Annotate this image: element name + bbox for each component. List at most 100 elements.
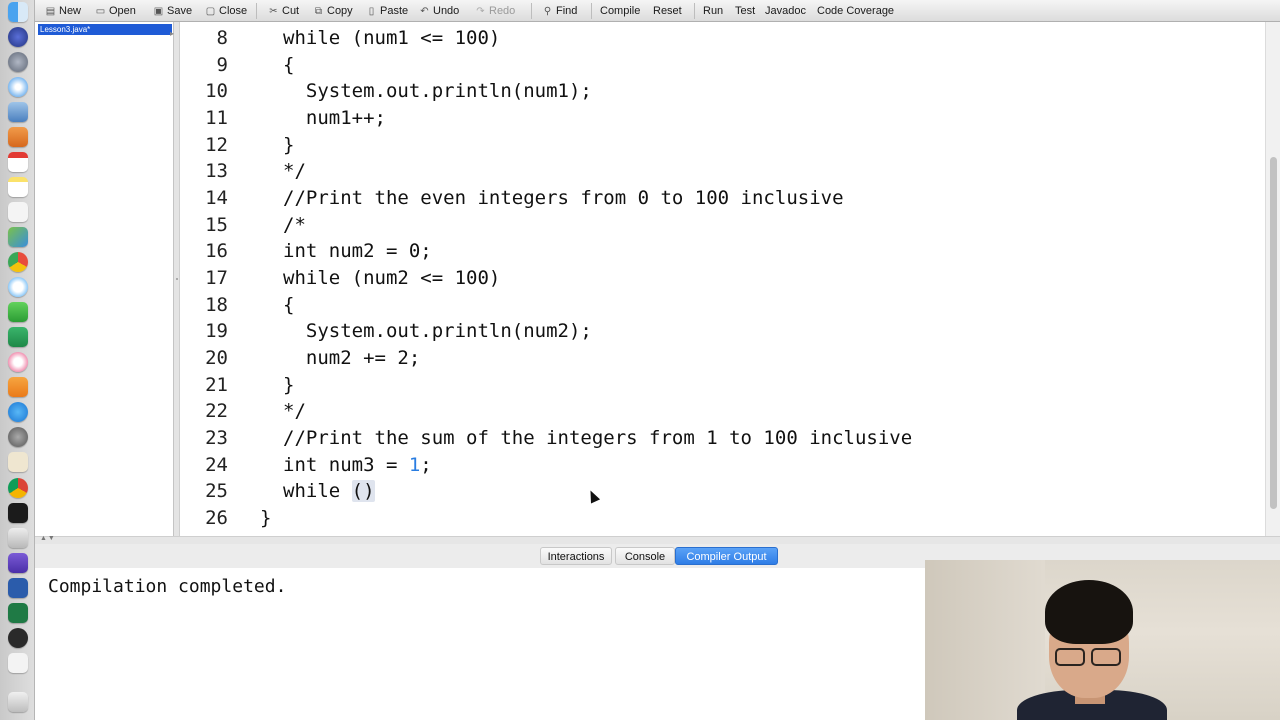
line-number: 18 (205, 294, 228, 316)
code-editor[interactable]: 8 while (num1 <= 100) 9{ 10 System.out.pr… (180, 22, 1265, 536)
line-number: 12 (205, 134, 228, 156)
line-number: 8 (216, 27, 228, 49)
line-number: 25 (205, 480, 228, 502)
line-number: 19 (205, 320, 228, 342)
line-number: 17 (205, 267, 228, 289)
code-line: 26} (180, 507, 1265, 534)
code-line: 17 while (num2 <= 100) (180, 267, 1265, 294)
finder-icon[interactable] (8, 2, 28, 22)
code-line: 19 System.out.println(num2); (180, 320, 1265, 347)
save-icon: ▣ (153, 5, 164, 17)
file-item-lesson3[interactable]: Lesson3.java* (38, 24, 172, 35)
find-button[interactable]: ⚲ Find (540, 2, 581, 20)
messages-icon[interactable] (8, 277, 28, 297)
dock (0, 0, 35, 720)
line-number: 23 (205, 427, 228, 449)
splitter-grip-icon (176, 278, 178, 280)
ibooks-icon[interactable] (8, 377, 28, 397)
textedit-icon[interactable] (8, 202, 28, 222)
horizontal-splitter[interactable] (35, 536, 1280, 544)
trash-icon[interactable] (8, 692, 28, 712)
compile-button[interactable]: Compile (598, 2, 644, 20)
close-icon: ▢ (205, 5, 216, 17)
line-number: 16 (205, 240, 228, 262)
obs-icon[interactable] (8, 628, 28, 648)
javadoc-button[interactable]: Javadoc (763, 2, 810, 20)
splitter-arrows-icon[interactable]: ▲▼ (40, 535, 56, 542)
calendar-icon[interactable] (8, 152, 28, 172)
code-coverage-button[interactable]: Code Coverage (815, 2, 898, 20)
cut-button[interactable]: ✂ Cut (266, 2, 303, 20)
open-button[interactable]: ▭ Open (93, 2, 140, 20)
document-icon[interactable] (8, 653, 28, 673)
system-preferences-icon[interactable] (8, 427, 28, 447)
run-button[interactable]: Run (701, 2, 727, 20)
code-line: 13 */ (180, 160, 1265, 187)
rocket-icon[interactable] (8, 52, 28, 72)
code-text: num2 += 2; (283, 347, 421, 369)
code-line: 22 */ (180, 400, 1265, 427)
code-text: /* (283, 214, 306, 236)
code-line: 20 num2 += 2; (180, 347, 1265, 374)
tab-console[interactable]: Console (615, 547, 675, 565)
tab-compiler-output[interactable]: Compiler Output (675, 547, 778, 565)
code-text: { (283, 294, 295, 316)
appstore-icon[interactable] (8, 402, 28, 422)
line-number: 10 (205, 80, 228, 102)
save-button[interactable]: ▣ Save (151, 2, 196, 20)
safari-icon[interactable] (8, 77, 28, 97)
paste-button[interactable]: ▯ Paste (364, 2, 412, 20)
code-line: 23 //Print the sum of the integers from 1… (180, 427, 1265, 454)
toolbar-separator (694, 3, 695, 19)
code-text: { (283, 54, 295, 76)
person-hair (1045, 580, 1133, 644)
terminal-icon[interactable] (8, 503, 28, 523)
compiler-output-panel[interactable]: Compilation completed. (35, 568, 925, 720)
toolbar: ▤ New ▭ Open ▣ Save ▢ Close ✂ Cut ⧉ Copy ▯ Past… (35, 0, 1280, 22)
reset-button[interactable]: Reset (651, 2, 686, 20)
preview-icon[interactable] (8, 102, 28, 122)
close-button[interactable]: ▢ Close (203, 2, 251, 20)
code-segment: int num3 = (283, 454, 409, 476)
photos-icon[interactable] (8, 227, 28, 247)
code-text: */ (283, 160, 306, 182)
notes-icon[interactable] (8, 177, 28, 197)
code-line: 25 while () (180, 480, 1265, 507)
chrome-like-icon[interactable] (8, 252, 28, 272)
line-number: 22 (205, 400, 228, 422)
itunes-icon[interactable] (8, 352, 28, 372)
undo-button[interactable]: ↶ Undo (417, 2, 463, 20)
star-icon[interactable] (8, 553, 28, 573)
editor-scrollbar[interactable] (1265, 22, 1280, 536)
scrollbar-thumb[interactable] (1270, 157, 1277, 509)
code-line: 16 int num2 = 0; (180, 240, 1265, 267)
code-text: int num3 = 1; (283, 454, 432, 476)
code-text: int num2 = 0; (283, 240, 432, 262)
code-line: 8 while (num1 <= 100) (180, 27, 1265, 54)
drjava-icon[interactable] (8, 452, 28, 472)
new-button[interactable]: ▤ New (43, 2, 85, 20)
code-line: 9{ (180, 54, 1265, 81)
line-number: 24 (205, 454, 228, 476)
facetime-icon[interactable] (8, 302, 28, 322)
code-text: System.out.println(num2); (283, 320, 592, 342)
chrome-icon[interactable] (8, 478, 28, 498)
code-line: 14 //Print the even integers from 0 to 10… (180, 187, 1265, 214)
word-icon[interactable] (8, 578, 28, 598)
test-button[interactable]: Test (733, 2, 759, 20)
toolbar-separator (591, 3, 592, 19)
copy-button[interactable]: ⧉ Copy (311, 2, 357, 20)
excel-icon[interactable] (8, 603, 28, 623)
redo-button[interactable]: ↷ Redo (473, 2, 519, 20)
sheets-icon[interactable] (8, 327, 28, 347)
line-number: 26 (205, 507, 228, 529)
code-line: 24 int num3 = 1; (180, 454, 1265, 481)
folder-icon: ▭ (95, 5, 106, 17)
tab-interactions[interactable]: Interactions (540, 547, 612, 565)
code-text: System.out.println(num1); (283, 80, 592, 102)
pen-icon[interactable] (8, 528, 28, 548)
code-line: 11 num1++; (180, 107, 1265, 134)
launchpad-icon[interactable] (8, 27, 28, 47)
books-icon[interactable] (8, 127, 28, 147)
code-text: while (num2 <= 100) (283, 267, 501, 289)
